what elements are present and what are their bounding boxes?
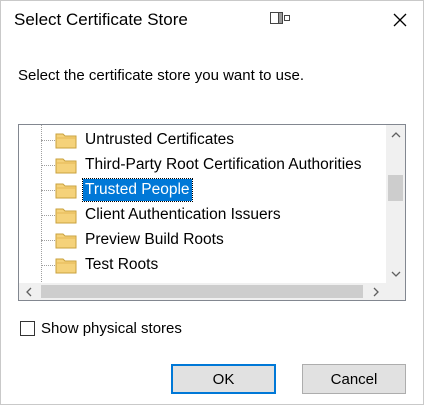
tree-item-label: Third-Party Root Certification Authoriti… [85,156,362,173]
scroll-right-button[interactable] [367,283,386,300]
folder-icon [55,208,77,224]
window-dock-icon [269,10,291,26]
folder-icon [55,183,77,199]
close-button[interactable] [377,1,423,39]
tree-branch-line [41,140,55,141]
tree-branch-line [41,215,55,216]
tree-item-preview-build-roots[interactable]: Preview Build Roots [19,228,386,253]
certificate-store-tree[interactable]: Untrusted Certificates Third-Party Root … [18,124,406,301]
scroll-left-button[interactable] [19,283,38,300]
scroll-down-button[interactable] [386,265,405,284]
select-certificate-store-dialog: Select Certificate Store Select the cert… [0,0,424,405]
folder-icon [55,158,77,174]
vertical-scroll-thumb[interactable] [388,175,403,201]
tree-branch-line [41,190,55,191]
folder-icon [55,233,77,249]
folder-icon [55,133,77,149]
tree-item-label: Trusted People [82,178,193,202]
vertical-scrollbar[interactable] [386,125,405,284]
tree-item-label: Untrusted Certificates [85,131,235,148]
chevron-down-icon [391,271,400,277]
tree-item-third-party-root[interactable]: Third-Party Root Certification Authoriti… [19,153,386,178]
tree-item-test-roots[interactable]: Test Roots [19,253,386,278]
chevron-right-icon [373,287,379,296]
window-title: Select Certificate Store [14,10,188,29]
tree-item-client-authentication-issuers[interactable]: Client Authentication Issuers [19,203,386,228]
show-physical-stores-checkbox[interactable] [20,321,35,336]
tree-branch-line [41,265,55,266]
ok-button[interactable]: OK [171,364,276,394]
tree-branch-line [41,165,55,166]
cancel-button[interactable]: Cancel [302,364,406,394]
horizontal-scrollbar[interactable] [19,283,386,300]
close-icon [393,13,407,27]
tree-item-label: Preview Build Roots [85,231,224,248]
chevron-up-icon [391,132,400,138]
tree-item-trusted-people[interactable]: Trusted People [19,178,386,203]
chevron-left-icon [26,287,32,296]
scrollbar-corner [386,283,405,300]
show-physical-stores-label[interactable]: Show physical stores [41,320,182,337]
tree-item-label: Test Roots [85,256,159,273]
tree-branch-line [41,240,55,241]
folder-icon [55,258,77,274]
title-bar[interactable]: Select Certificate Store [1,1,423,39]
instruction-text: Select the certificate store you want to… [18,67,304,84]
tree-item-label: Client Authentication Issuers [85,206,281,223]
scroll-up-button[interactable] [386,125,405,144]
tree-view[interactable]: Untrusted Certificates Third-Party Root … [19,125,386,284]
tree-item-untrusted-certificates[interactable]: Untrusted Certificates [19,128,386,153]
horizontal-scroll-thumb[interactable] [41,285,363,298]
